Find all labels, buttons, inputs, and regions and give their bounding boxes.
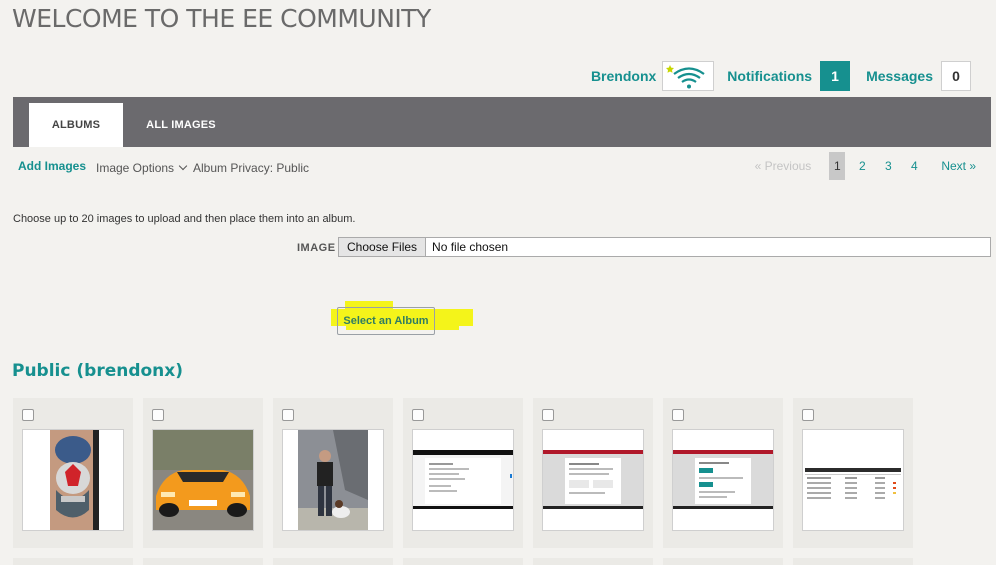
image-card bbox=[403, 398, 523, 548]
avatar[interactable] bbox=[662, 61, 715, 91]
tab-albums[interactable]: ALBUMS bbox=[29, 103, 123, 147]
messages-link[interactable]: Messages bbox=[866, 68, 933, 84]
image-card-partial bbox=[533, 558, 653, 565]
image-card-partial bbox=[143, 558, 263, 565]
image-card-partial bbox=[13, 558, 133, 565]
pagination: « Previous 1 2 3 4 Next » bbox=[755, 152, 976, 180]
image-checkbox[interactable] bbox=[282, 409, 294, 421]
webpage-screenshot-2 bbox=[543, 430, 643, 530]
tab-bar: ALBUMS ALL IMAGES bbox=[13, 97, 991, 147]
image-checkbox[interactable] bbox=[152, 409, 164, 421]
image-thumbnail[interactable] bbox=[672, 429, 774, 531]
add-images-link[interactable]: Add Images bbox=[18, 159, 86, 173]
image-card-partial bbox=[273, 558, 393, 565]
image-card bbox=[13, 398, 133, 548]
image-options-dropdown[interactable]: Image Options bbox=[96, 161, 188, 175]
user-bar: Brendonx Notifications 1 Messages 0 bbox=[591, 61, 971, 91]
previous-page-link: « Previous bbox=[754, 159, 812, 173]
album-toolbar: Add Images Image Options Album Privacy: … bbox=[0, 152, 996, 180]
wifi-logo-icon bbox=[666, 65, 705, 89]
image-thumbnail[interactable] bbox=[802, 429, 904, 531]
page-2-link[interactable]: 2 bbox=[849, 159, 875, 173]
next-page-link[interactable]: Next » bbox=[941, 159, 976, 173]
image-card bbox=[663, 398, 783, 548]
image-thumbnail[interactable] bbox=[152, 429, 254, 531]
image-thumbnail[interactable] bbox=[412, 429, 514, 531]
page-1-current[interactable]: 1 bbox=[829, 152, 846, 180]
chevron-down-icon bbox=[178, 161, 188, 171]
image-field-label: IMAGE bbox=[297, 242, 336, 254]
orange-sports-car-photo bbox=[153, 430, 253, 530]
upload-instructions: Choose up to 20 images to upload and the… bbox=[13, 213, 356, 225]
file-status-text: No file chosen bbox=[432, 240, 509, 254]
image-card bbox=[143, 398, 263, 548]
image-checkbox[interactable] bbox=[542, 409, 554, 421]
page-4-link[interactable]: 4 bbox=[901, 159, 927, 173]
file-input[interactable]: Choose Files No file chosen bbox=[338, 237, 991, 257]
webpage-screenshot-3 bbox=[673, 430, 773, 530]
notifications-link[interactable]: Notifications bbox=[727, 68, 812, 84]
username-link[interactable]: Brendonx bbox=[591, 68, 656, 84]
image-card-partial bbox=[793, 558, 913, 565]
image-checkbox[interactable] bbox=[22, 409, 34, 421]
image-card-partial bbox=[403, 558, 523, 565]
image-thumbnail[interactable] bbox=[542, 429, 644, 531]
image-card bbox=[273, 398, 393, 548]
messages-count-badge[interactable]: 0 bbox=[941, 61, 971, 91]
image-checkbox[interactable] bbox=[412, 409, 424, 421]
webpage-screenshot-1 bbox=[413, 430, 513, 530]
tattoo-photo bbox=[23, 430, 123, 530]
tab-all-images[interactable]: ALL IMAGES bbox=[131, 103, 231, 147]
choose-files-button[interactable]: Choose Files bbox=[339, 238, 427, 256]
notifications-count-badge[interactable]: 1 bbox=[820, 61, 851, 91]
man-with-dog-photo bbox=[283, 430, 383, 530]
image-card-partial bbox=[663, 558, 783, 565]
image-card bbox=[793, 398, 913, 548]
album-privacy-label: Album Privacy: Public bbox=[193, 161, 310, 175]
album-title: Public (brendonx) bbox=[12, 361, 184, 381]
select-album-button[interactable]: Select an Album bbox=[337, 307, 435, 335]
image-checkbox[interactable] bbox=[672, 409, 684, 421]
site-title: WELCOME TO THE EE COMMUNITY bbox=[12, 4, 431, 33]
image-checkbox[interactable] bbox=[802, 409, 814, 421]
page-3-link[interactable]: 3 bbox=[875, 159, 901, 173]
image-thumbnail[interactable] bbox=[22, 429, 124, 531]
image-card bbox=[533, 398, 653, 548]
image-options-label: Image Options bbox=[96, 161, 175, 175]
table-screenshot bbox=[803, 430, 903, 530]
image-thumbnail[interactable] bbox=[282, 429, 384, 531]
